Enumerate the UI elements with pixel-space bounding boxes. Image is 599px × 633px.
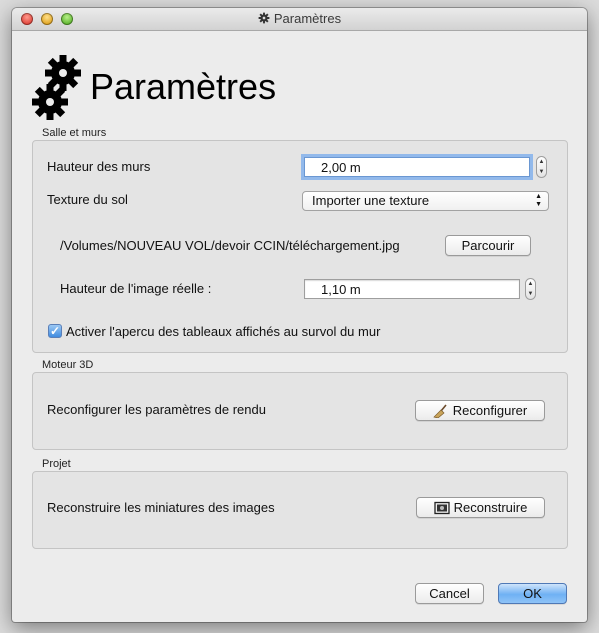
texture-path: /Volumes/NOUVEAU VOL/devoir CCIN/télécha… bbox=[60, 238, 400, 253]
preview-checkbox[interactable]: ✓ bbox=[48, 324, 62, 338]
cancel-button[interactable]: Cancel bbox=[415, 583, 484, 604]
floor-texture-label: Texture du sol bbox=[47, 192, 128, 207]
page-title: Paramètres bbox=[90, 66, 277, 107]
wall-height-stepper[interactable]: ▲ ▼ bbox=[536, 156, 547, 178]
image-height-stepper[interactable]: ▲ ▼ bbox=[525, 278, 536, 300]
wall-height-label: Hauteur des murs bbox=[47, 159, 151, 174]
window-title: Paramètres bbox=[12, 11, 587, 26]
select-arrows-icon: ▲ ▼ bbox=[535, 193, 542, 208]
rebuild-button-label: Reconstruire bbox=[453, 500, 528, 515]
browse-button[interactable]: Parcourir bbox=[445, 235, 531, 256]
reconfigure-button-label: Reconfigurer bbox=[452, 403, 528, 418]
group-label-salle: Salle et murs bbox=[42, 127, 107, 139]
group-label-moteur: Moteur 3D bbox=[42, 359, 94, 371]
rebuild-button[interactable]: Reconstruire bbox=[416, 497, 545, 518]
wall-height-field[interactable]: 2,00 m bbox=[304, 157, 530, 177]
window-title-text: Paramètres bbox=[273, 11, 342, 26]
group-label-projet: Projet bbox=[42, 458, 71, 470]
reconfigure-text: Reconfigurer les paramètres de rendu bbox=[47, 402, 266, 417]
image-height-field[interactable]: 1,10 m bbox=[304, 279, 520, 299]
preview-checkbox-label[interactable]: Activer l'apercu des tableaux affichés a… bbox=[66, 324, 380, 339]
group-salle-et-murs: Hauteur des murs 2,00 m ▲ ▼ Texture du so… bbox=[32, 140, 568, 353]
group-projet: Reconstruire les miniatures des images R… bbox=[32, 471, 568, 549]
floor-texture-value: Importer une texture bbox=[312, 193, 430, 208]
image-icon bbox=[433, 501, 450, 515]
image-height-label: Hauteur de l'image réelle : bbox=[60, 281, 212, 296]
gears-icon bbox=[32, 55, 81, 120]
broom-icon bbox=[433, 404, 447, 418]
group-moteur-3d: Reconfigurer les paramètres de rendu Rec… bbox=[32, 372, 568, 450]
gear-icon bbox=[258, 12, 270, 24]
title-bar[interactable]: Paramètres bbox=[12, 8, 587, 31]
ok-button[interactable]: OK bbox=[498, 583, 567, 604]
reconfigure-button[interactable]: Reconfigurer bbox=[415, 400, 545, 421]
floor-texture-select[interactable]: Importer une texture ▲ ▼ bbox=[302, 191, 549, 211]
preferences-window: Paramètres Paramètres Salle et murs Haut… bbox=[12, 8, 587, 622]
rebuild-text: Reconstruire les miniatures des images bbox=[47, 500, 275, 515]
